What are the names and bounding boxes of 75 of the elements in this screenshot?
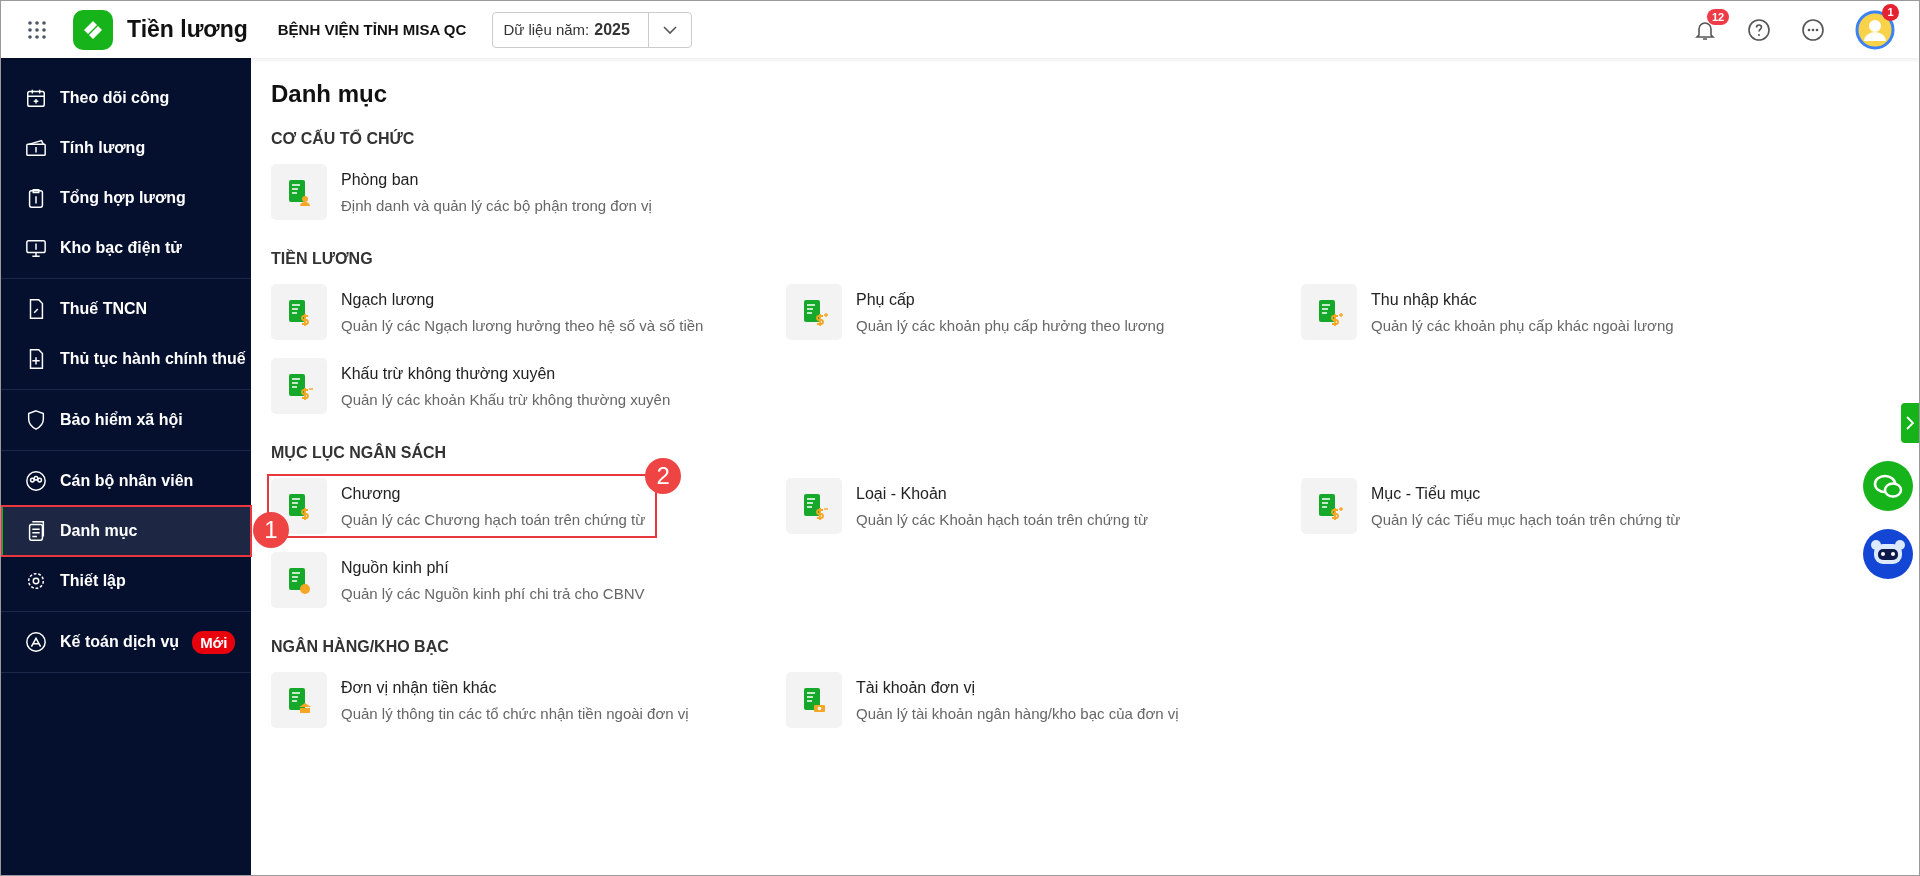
sidebar-item[interactable]: Kế toán dịch vụ Mới <box>1 617 251 667</box>
avatar-icon[interactable] <box>1855 9 1895 50</box>
item-description: Quản lý các khoản phụ cấp khác ngoài lương <box>1371 316 1674 334</box>
document-icon <box>786 478 842 534</box>
item-title: Tài khoản đơn vị <box>856 678 976 697</box>
item-description: Định danh và quản lý các bộ phận trong đơn vị <box>341 196 652 214</box>
item-description: Quản lý các Tiểu mục hạch toán trên chứng từ <box>1371 510 1681 528</box>
sidebar-item[interactable]: Kho bạc điện tử <box>1 223 251 273</box>
catalog-item[interactable]: Thu nhập khác Quản lý các khoản phụ cấp khác ngoài lương <box>1301 284 1682 340</box>
document-icon <box>271 552 327 608</box>
item-description: Quản lý các Ngạch lương hưởng theo hệ số và số tiền <box>341 316 704 334</box>
new-badge: Mới <box>192 630 236 654</box>
sidebar-item[interactable]: Thiết lập <box>1 556 251 606</box>
sidebar-item[interactable]: Thuế TNCN <box>1 284 251 334</box>
sidebar-item[interactable]: Theo dõi công <box>1 73 251 123</box>
section-heading: CƠ CẤU TỔ CHỨC <box>271 130 415 148</box>
chevron-down-icon <box>662 25 677 34</box>
section-heading: MỤC LỤC NGÂN SÁCH <box>271 444 447 462</box>
item-description: Quản lý các Khoản hạch toán trên chứng từ <box>856 510 1148 528</box>
document-icon <box>1301 284 1357 340</box>
step-number: 1 <box>253 512 289 548</box>
step-number: 2 <box>645 458 682 494</box>
item-title: Khấu trừ không thường xuyên <box>341 364 557 383</box>
item-title: Phụ cấp <box>856 290 916 309</box>
catalog-item[interactable]: Phụ cấp Quản lý các khoản phụ cấp hưởng theo lương <box>786 284 1173 340</box>
sidebar-item[interactable]: Tính lương <box>1 123 251 173</box>
document-icon <box>786 284 842 340</box>
item-title: Loại - Khoản <box>856 484 948 503</box>
item-title: Nguồn kinh phí <box>341 558 450 577</box>
document-icon <box>1301 478 1357 534</box>
more-icon[interactable] <box>1801 17 1825 42</box>
robot-assistant-icon[interactable] <box>1863 529 1913 579</box>
sidebar-item[interactable]: Tổng hợp lương <box>1 173 251 223</box>
item-title: Phòng ban <box>341 170 420 189</box>
document-icon <box>271 672 327 728</box>
catalog-item[interactable]: Nguồn kinh phí Quản lý các Nguồn kinh phí chi trả cho CBNV <box>271 552 653 608</box>
item-title: Mục - Tiểu mục <box>1371 484 1482 503</box>
item-description: Quản lý thông tin các tổ chức nhận tiền ngoài đơn vị <box>341 704 689 722</box>
document-icon <box>786 672 842 728</box>
catalog-item[interactable]: Phòng ban Định danh và quản lý các bộ phận trong đơn vị <box>271 164 660 220</box>
section-heading: NGÂN HÀNG/KHO BẠC <box>271 638 449 656</box>
item-description: Quản lý các Chương hạch toán trên chứng từ <box>341 510 646 528</box>
item-title: Chương <box>341 484 402 503</box>
catalog-item[interactable]: Mục - Tiểu mục Quản lý các Tiểu mục hạch toán trên chứng từ <box>1301 478 1689 534</box>
item-title: Ngạch lương <box>341 290 436 309</box>
year-selector[interactable]: Dữ liệu năm: 2025 <box>492 11 692 48</box>
catalog-item[interactable]: Loại - Khoản Quản lý các Khoản hạch toán trên chứng từ <box>786 478 1156 534</box>
app-grid-icon[interactable] <box>27 19 47 40</box>
chat-icon[interactable] <box>1863 461 1913 511</box>
notification-count-badge: 12 <box>1707 8 1730 25</box>
app-title: Tiền lương <box>127 16 248 43</box>
sidebar-item[interactable]: Bảo hiểm xã hội <box>1 395 251 445</box>
sidebar-item[interactable]: Danh mục <box>1 506 251 556</box>
section-heading: TIỀN LƯƠNG <box>271 250 373 268</box>
organization-name: BỆNH VIỆN TỈNH MISA QC <box>277 21 467 38</box>
document-icon <box>271 164 327 220</box>
chevron-right-icon <box>1906 416 1914 430</box>
logo-icon <box>73 9 113 50</box>
item-description: Quản lý các Nguồn kinh phí chi trả cho CBNV <box>341 584 645 602</box>
sidebar-item[interactable]: Thủ tục hành chính thuế <box>1 334 251 384</box>
page-title: Danh mục <box>271 80 388 108</box>
item-description: Quản lý các khoản phụ cấp hưởng theo lương <box>856 316 1165 334</box>
document-icon <box>271 358 327 414</box>
catalog-item[interactable]: Ngạch lương Quản lý các Ngạch lương hưởng theo hệ số và số tiền <box>271 284 712 340</box>
item-title: Thu nhập khác <box>1371 290 1478 309</box>
item-description: Quản lý tài khoản ngân hàng/kho bạc của đơn vị <box>856 704 1179 722</box>
item-title: Đơn vị nhận tiền khác <box>341 678 498 697</box>
catalog-item[interactable]: Đơn vị nhận tiền khác Quản lý thông tin các tổ chức nhận tiền ngoài đơn vị <box>271 672 697 728</box>
catalog-item[interactable]: Tài khoản đơn vị Quản lý tài khoản ngân hàng/kho bạc của đơn vị <box>786 672 1187 728</box>
help-icon[interactable] <box>1747 17 1771 42</box>
avatar-badge: 1 <box>1882 3 1899 21</box>
document-icon <box>271 284 327 340</box>
catalog-item[interactable]: Khấu trừ không thường xuyên Quản lý các khoản Khấu trừ không thường xuyên <box>271 358 679 414</box>
item-description: Quản lý các khoản Khấu trừ không thường xuyên <box>341 390 671 408</box>
sidebar-item[interactable]: Cán bộ nhân viên <box>1 456 251 506</box>
